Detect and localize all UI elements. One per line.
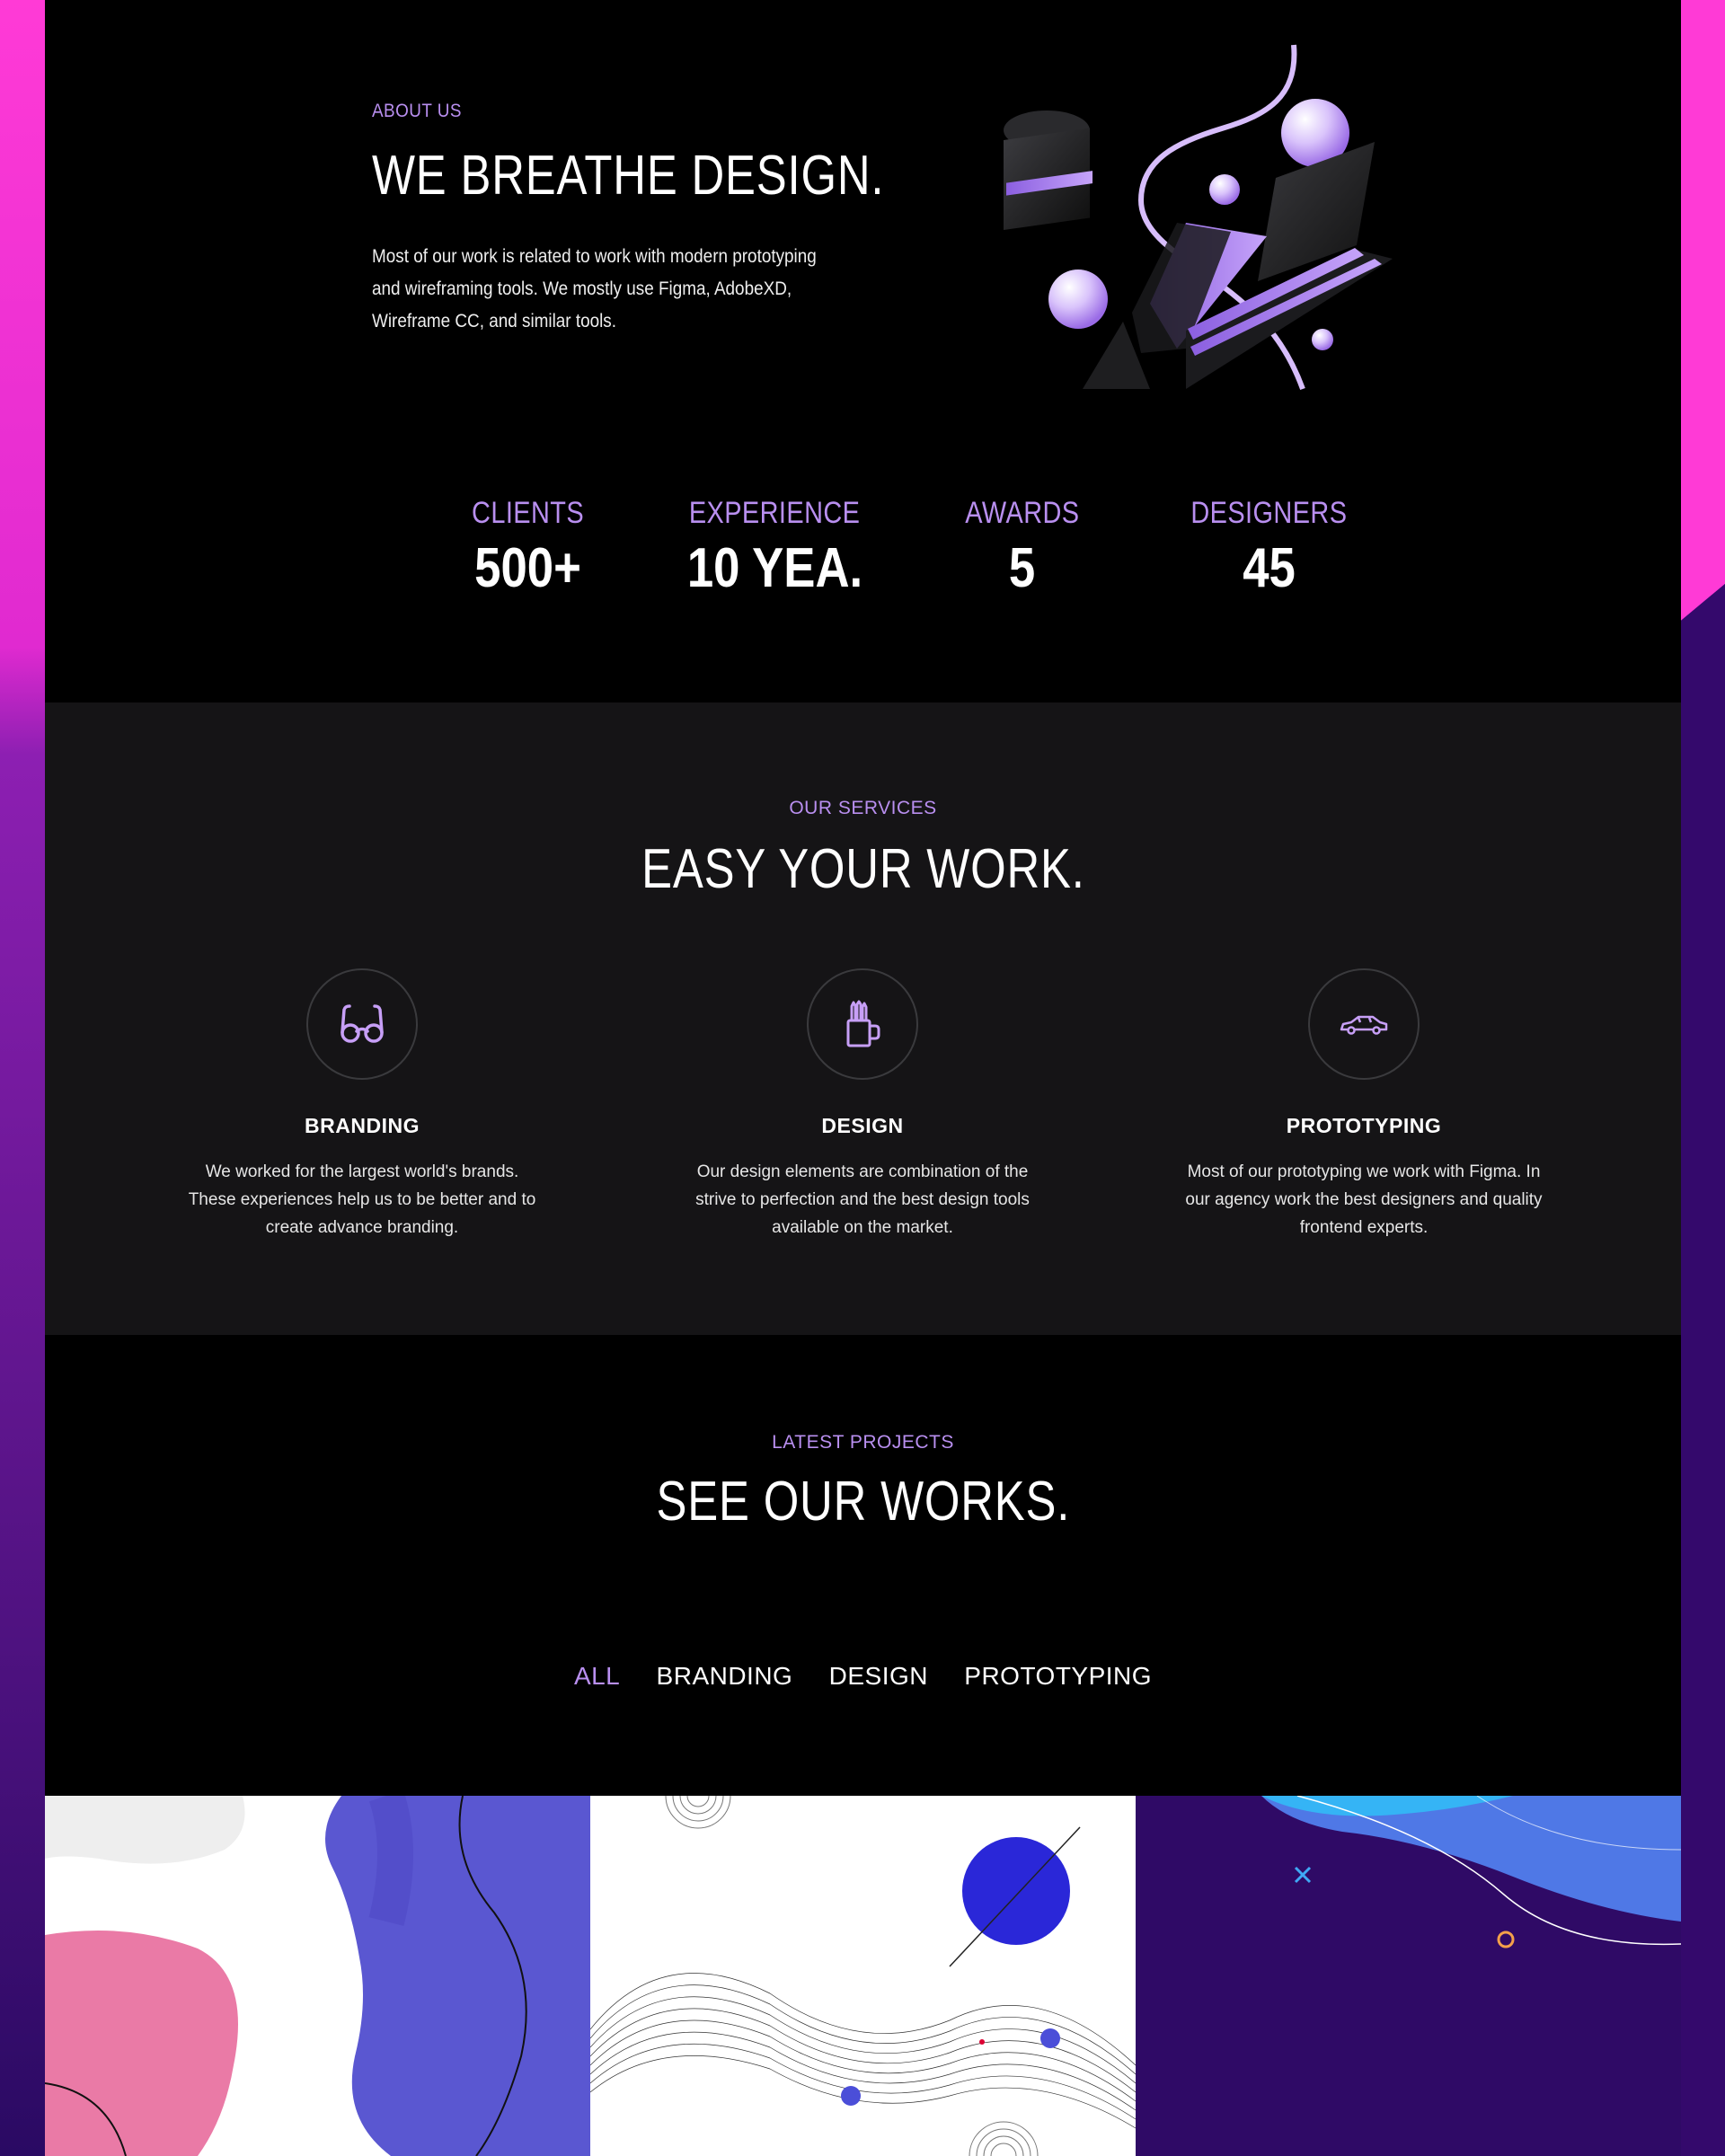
stat-value: 45 [1243, 537, 1296, 599]
page: ABOUT US WE BREATHE DESIGN. Most of our … [45, 0, 1681, 2156]
services-title-text: EASY YOUR WORK. [641, 838, 1085, 900]
service-desc: We worked for the largest world's brands… [188, 1162, 536, 1237]
about-section: ABOUT US WE BREATHE DESIGN. Most of our … [45, 0, 1681, 702]
service-design: DESIGN Our design elements are combinati… [638, 968, 1087, 1241]
pencil-cup-icon [846, 1000, 880, 1047]
services-section: OUR SERVICES EASY YOUR WORK. BRANDING We… [45, 702, 1681, 1335]
stat-designers: DESIGNERS 45 [1146, 496, 1393, 622]
service-icon-circle [807, 968, 918, 1080]
stat-value: 5 [1008, 537, 1036, 599]
projects-section: LATEST PROJECTS SEE OUR WORKS. ALL BRAND… [45, 1335, 1681, 2156]
stat-label: EXPERIENCE [689, 496, 861, 530]
project-grid [45, 1796, 1681, 2156]
glasses-icon [341, 1004, 384, 1043]
service-desc: Our design elements are combination of t… [695, 1162, 1030, 1237]
service-desc: Most of our prototyping we work with Fig… [1185, 1162, 1543, 1237]
stats-row: CLIENTS 500+ EXPERIENCE 10 YEA. AWARDS 5… [404, 496, 1411, 622]
project-image-3 [1136, 1796, 1681, 2156]
filter-all[interactable]: ALL [574, 1662, 620, 1691]
stat-value: 10 YEA. [686, 537, 863, 599]
filter-prototyping[interactable]: PROTOTYPING [964, 1662, 1152, 1691]
stat-value: 500+ [474, 537, 581, 599]
filter-branding[interactable]: BRANDING [657, 1662, 793, 1691]
project-image-2 [590, 1796, 1136, 2156]
stat-label: DESIGNERS [1190, 496, 1348, 530]
project-image-1 [45, 1796, 590, 2156]
project-tile-1[interactable] [45, 1796, 590, 2156]
projects-title: SEE OUR WORKS. [45, 1470, 1681, 1533]
service-icon-circle [1308, 968, 1420, 1080]
about-text: Most of our work is related to work with… [372, 246, 817, 331]
service-name: PROTOTYPING [1286, 1114, 1442, 1137]
service-branding: BRANDING We worked for the largest world… [137, 968, 587, 1241]
hero-3d-illustration [1004, 44, 1393, 391]
services-title: EASY YOUR WORK. [45, 837, 1681, 901]
service-name: DESIGN [821, 1114, 904, 1137]
projects-title-text: SEE OUR WORKS. [656, 1471, 1070, 1533]
service-name: BRANDING [305, 1114, 420, 1137]
project-filters: ALL BRANDING DESIGN PROTOTYPING [45, 1662, 1681, 1691]
services-eyebrow: OUR SERVICES [789, 798, 937, 818]
project-tile-3[interactable] [1136, 1796, 1681, 2156]
stat-label: CLIENTS [471, 496, 585, 530]
stat-label: AWARDS [964, 496, 1080, 530]
project-tile-2[interactable] [590, 1796, 1136, 2156]
car-icon [1340, 1015, 1388, 1035]
stat-experience: EXPERIENCE 10 YEA. [651, 496, 898, 622]
projects-eyebrow: LATEST PROJECTS [772, 1432, 954, 1453]
filter-design[interactable]: DESIGN [829, 1662, 928, 1691]
stat-clients: CLIENTS 500+ [404, 496, 651, 622]
stat-awards: AWARDS 5 [898, 496, 1146, 622]
about-title: WE BREATHE DESIGN. [372, 145, 885, 207]
service-icon-circle [306, 968, 418, 1080]
service-prototyping: PROTOTYPING Most of our prototyping we w… [1139, 968, 1588, 1241]
about-eyebrow: ABOUT US [372, 101, 462, 121]
